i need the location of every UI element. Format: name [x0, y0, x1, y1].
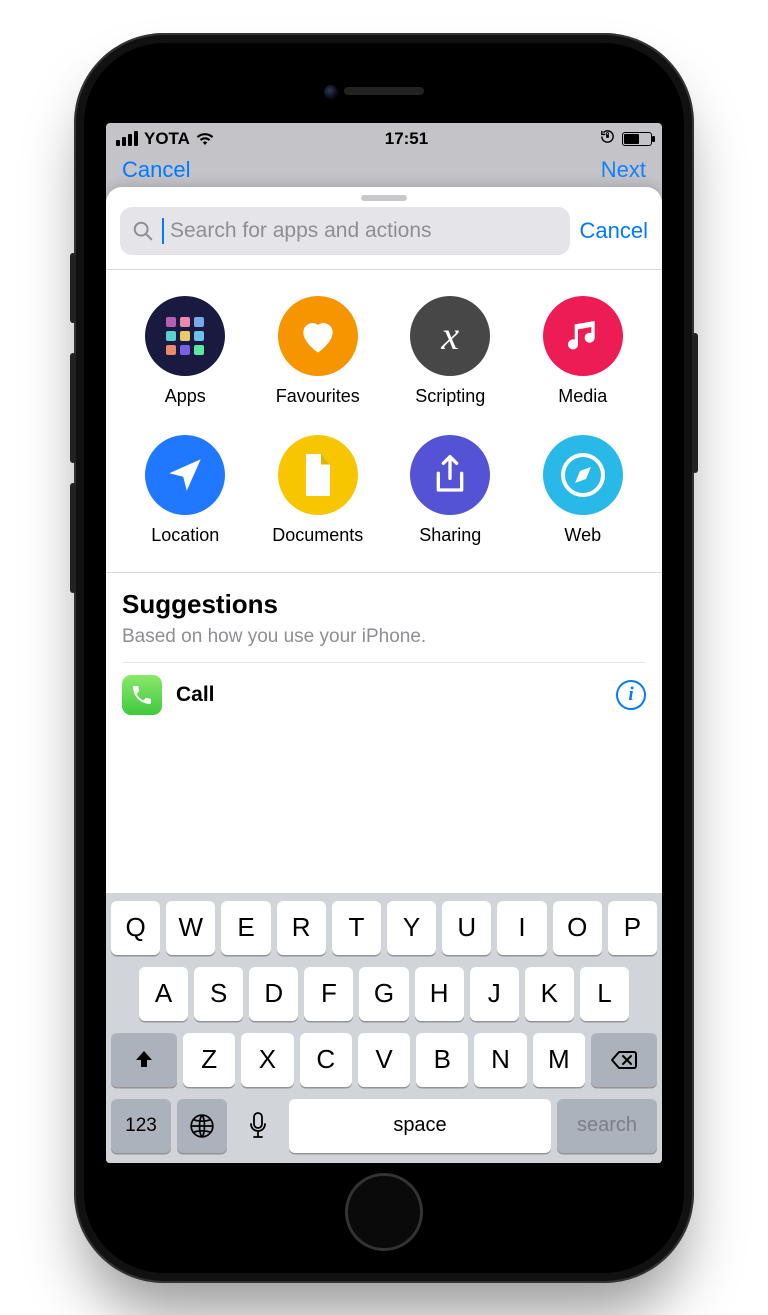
share-icon: [410, 435, 490, 515]
search-icon: [132, 220, 154, 242]
key-m[interactable]: M: [533, 1033, 585, 1087]
key-c[interactable]: C: [300, 1033, 352, 1087]
document-icon: [278, 435, 358, 515]
clock: 17:51: [385, 129, 428, 149]
background-nav: Cancel Next: [106, 155, 662, 191]
heart-icon: [278, 296, 358, 376]
battery-icon: [622, 132, 652, 146]
sheet-grabber[interactable]: [361, 195, 407, 201]
suggestions-subtitle: Based on how you use your iPhone.: [122, 626, 646, 648]
key-w[interactable]: W: [166, 901, 215, 955]
key-b[interactable]: B: [416, 1033, 468, 1087]
key-h[interactable]: H: [415, 967, 464, 1021]
key-x[interactable]: X: [241, 1033, 293, 1087]
key-e[interactable]: E: [221, 901, 270, 955]
keyboard: Q W E R T Y U I O P A S D: [106, 893, 662, 1163]
action-search-sheet: Search for apps and actions Cancel: [106, 187, 662, 1163]
key-z[interactable]: Z: [183, 1033, 235, 1087]
key-i[interactable]: I: [497, 901, 546, 955]
backspace-key[interactable]: [591, 1033, 657, 1087]
search-key[interactable]: search: [557, 1099, 657, 1153]
location-arrow-icon: [145, 435, 225, 515]
category-location[interactable]: Location: [124, 435, 247, 546]
suggestions-title: Suggestions: [122, 589, 646, 620]
category-label: Media: [558, 386, 607, 407]
key-o[interactable]: O: [553, 901, 602, 955]
key-f[interactable]: F: [304, 967, 353, 1021]
shift-icon: [132, 1048, 156, 1072]
suggestion-label: Call: [176, 683, 602, 707]
text-cursor: [162, 218, 164, 244]
key-a[interactable]: A: [139, 967, 188, 1021]
mic-icon: [248, 1112, 268, 1140]
category-media[interactable]: Media: [522, 296, 645, 407]
search-field[interactable]: Search for apps and actions: [120, 207, 570, 255]
space-key[interactable]: space: [289, 1099, 551, 1153]
category-sharing[interactable]: Sharing: [389, 435, 512, 546]
wifi-icon: [196, 132, 214, 146]
key-t[interactable]: T: [332, 901, 381, 955]
cancel-button[interactable]: Cancel: [580, 218, 648, 244]
key-q[interactable]: Q: [111, 901, 160, 955]
key-p[interactable]: P: [608, 901, 657, 955]
category-label: Documents: [272, 525, 363, 546]
background-next: Next: [601, 157, 646, 183]
globe-key[interactable]: [177, 1099, 227, 1153]
info-button[interactable]: i: [616, 680, 646, 710]
key-r[interactable]: R: [277, 901, 326, 955]
globe-icon: [189, 1113, 215, 1139]
category-apps[interactable]: Apps: [124, 296, 247, 407]
apps-icon: [145, 296, 225, 376]
carrier-label: YOTA: [144, 129, 190, 149]
key-y[interactable]: Y: [387, 901, 436, 955]
status-bar: YOTA 17:51: [106, 123, 662, 155]
dictation-key[interactable]: [233, 1099, 283, 1153]
numbers-key[interactable]: 123: [111, 1099, 171, 1153]
category-documents[interactable]: Documents: [257, 435, 380, 546]
category-label: Location: [151, 525, 219, 546]
earpiece: [344, 87, 424, 95]
backspace-icon: [610, 1049, 638, 1071]
category-favourites[interactable]: Favourites: [257, 296, 380, 407]
key-l[interactable]: L: [580, 967, 629, 1021]
home-button[interactable]: [345, 1173, 423, 1251]
category-label: Scripting: [415, 386, 485, 407]
key-k[interactable]: K: [525, 967, 574, 1021]
category-label: Favourites: [276, 386, 360, 407]
search-placeholder: Search for apps and actions: [170, 219, 432, 243]
category-grid: Apps Favourites x Scripting: [106, 270, 662, 572]
compass-icon: [543, 435, 623, 515]
music-note-icon: [543, 296, 623, 376]
category-web[interactable]: Web: [522, 435, 645, 546]
category-label: Apps: [165, 386, 206, 407]
category-scripting[interactable]: x Scripting: [389, 296, 512, 407]
scripting-icon: x: [410, 296, 490, 376]
key-u[interactable]: U: [442, 901, 491, 955]
rotation-lock-icon: [599, 128, 616, 149]
suggestions-header: Suggestions Based on how you use your iP…: [106, 573, 662, 662]
background-cancel: Cancel: [122, 157, 190, 183]
category-label: Sharing: [419, 525, 481, 546]
shift-key[interactable]: [111, 1033, 177, 1087]
key-s[interactable]: S: [194, 967, 243, 1021]
key-d[interactable]: D: [249, 967, 298, 1021]
key-g[interactable]: G: [359, 967, 408, 1021]
key-j[interactable]: J: [470, 967, 519, 1021]
category-label: Web: [564, 525, 601, 546]
cellular-signal-icon: [116, 131, 138, 146]
key-v[interactable]: V: [358, 1033, 410, 1087]
key-n[interactable]: N: [474, 1033, 526, 1087]
suggestion-item-call[interactable]: Call i: [106, 663, 662, 727]
phone-app-icon: [122, 675, 162, 715]
front-camera: [324, 85, 338, 99]
